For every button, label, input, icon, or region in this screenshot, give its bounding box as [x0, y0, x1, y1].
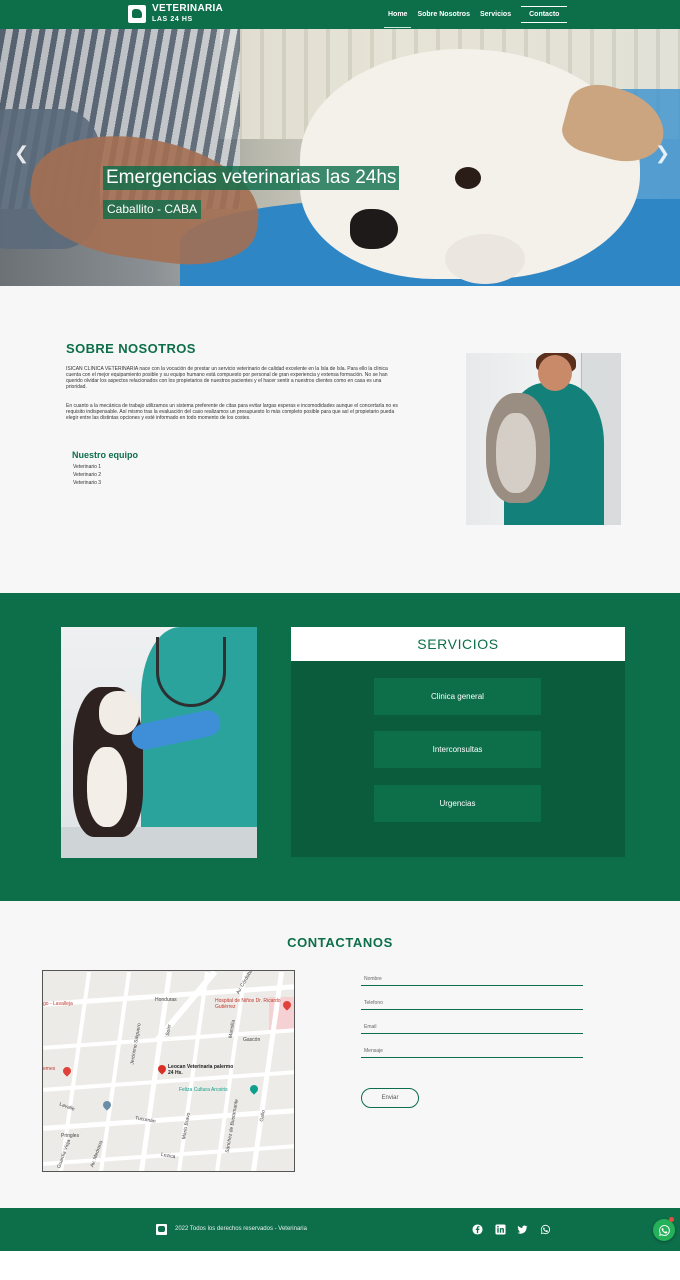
- location-map[interactable]: go - Lavalleja Honduras Hospital de Niño…: [42, 970, 295, 1172]
- map-pin-icon[interactable]: [61, 1065, 73, 1077]
- services-section: SERVICIOS Clinica general Interconsultas…: [0, 593, 680, 901]
- notification-dot: [669, 1217, 674, 1222]
- email-field: [361, 1010, 583, 1034]
- map-label: Pringles: [61, 1133, 80, 1139]
- map-label: go - Lavalleja: [43, 1001, 73, 1007]
- phone-input[interactable]: [364, 1000, 578, 1006]
- whatsapp-icon[interactable]: [540, 1224, 551, 1235]
- brand-text: VETERINARIA LAS 24 HS: [152, 3, 224, 24]
- about-paragraph: En cuanto a la mecánica de trabajo utili…: [66, 403, 398, 421]
- hero-dog-paw: [445, 234, 525, 284]
- map-label: Lezica: [160, 1151, 176, 1161]
- services-panel: SERVICIOS Clinica general Interconsultas…: [291, 627, 625, 857]
- nav-link-contacto[interactable]: Contacto: [521, 6, 568, 23]
- email-input[interactable]: [364, 1024, 578, 1030]
- map-label: Feliza Cultura Arcoiris: [179, 1087, 228, 1093]
- brand-logo[interactable]: VETERINARIA LAS 24 HS: [128, 4, 223, 23]
- message-input[interactable]: [364, 1048, 578, 1054]
- page-bottom-spacer: [0, 1251, 680, 1280]
- services-heading: SERVICIOS: [291, 627, 625, 661]
- hero-carousel: Emergencias veterinarias las 24hs Caball…: [0, 29, 680, 286]
- send-button[interactable]: Enviar: [361, 1088, 419, 1108]
- vet-examining-cat-photo: [61, 627, 257, 858]
- team-member: Veterinario 3: [73, 480, 102, 486]
- hero-caption: Emergencias veterinarias las 24hs Caball…: [103, 166, 400, 219]
- dog-logo-icon: [128, 4, 146, 23]
- hero-dog-eye: [455, 167, 481, 189]
- photo-vet-face: [538, 355, 572, 391]
- name-input[interactable]: [364, 976, 578, 982]
- team-member: Veterinario 1: [73, 464, 102, 470]
- service-button-urgencias[interactable]: Urgencias: [374, 785, 541, 822]
- photo-stethoscope: [156, 637, 226, 707]
- phone-field: [361, 986, 583, 1010]
- whatsapp-icon: [658, 1224, 670, 1236]
- nav-link-home[interactable]: Home: [383, 0, 412, 29]
- vet-with-cat-photo: [466, 353, 621, 525]
- team-heading: Nuestro equipo: [72, 450, 139, 460]
- map-label: Guardia Vieja: [56, 1138, 73, 1170]
- name-field: [361, 971, 583, 986]
- nav-links: Home Sobre Nosotros Servicios Contacto: [383, 0, 568, 29]
- navbar: VETERINARIA LAS 24 HS Home Sobre Nosotro…: [0, 0, 680, 29]
- contact-heading: CONTACTANOS: [287, 935, 393, 950]
- chevron-left-icon[interactable]: ❮: [14, 143, 29, 163]
- twitter-icon[interactable]: [517, 1224, 528, 1235]
- about-section: SOBRE NOSOTROS ISICAN CLINICA VETERINARI…: [0, 286, 680, 593]
- nav-link-servicios[interactable]: Servicios: [475, 0, 516, 29]
- message-field: [361, 1034, 583, 1058]
- photo-cat-belly: [87, 747, 127, 827]
- hero-title: Emergencias veterinarias las 24hs: [103, 166, 400, 190]
- map-label: Gascón: [243, 1037, 261, 1043]
- team-member: Veterinario 2: [73, 472, 102, 478]
- facebook-icon[interactable]: [472, 1224, 483, 1235]
- footer-copyright: 2022 Todos los derechos reservados - Vet…: [175, 1226, 307, 1232]
- map-pin-icon[interactable]: [248, 1083, 260, 1095]
- contact-section: CONTACTANOS go - Lavalleja Honduras Hosp…: [0, 901, 680, 1208]
- map-label: Honduras: [155, 997, 177, 1003]
- map-label: Leocan Veterinaria palermo 24 Hs.: [168, 1064, 234, 1076]
- map-label: Gallo: [258, 1109, 267, 1123]
- chevron-right-icon[interactable]: ❯: [655, 143, 670, 163]
- nav-link-sobre-nosotros[interactable]: Sobre Nosotros: [412, 0, 475, 29]
- service-button-clinica-general[interactable]: Clinica general: [374, 678, 541, 715]
- about-paragraph: ISICAN CLINICA VETERINARIA nace con la v…: [66, 366, 388, 390]
- map-label: Soler: [164, 1023, 173, 1037]
- whatsapp-float-button[interactable]: [653, 1217, 675, 1241]
- photo-cat-belly: [496, 413, 536, 493]
- map-label: Jerónimo Salguero: [129, 1022, 143, 1066]
- brand-subtitle: LAS 24 HS: [152, 16, 193, 23]
- hero-subtitle: Caballito - CABA: [103, 200, 202, 219]
- contact-form: [361, 971, 583, 1058]
- map-label: emes: [43, 1066, 56, 1072]
- linkedin-icon[interactable]: [495, 1224, 506, 1235]
- team-list: Veterinario 1 Veterinario 2 Veterinario …: [73, 463, 101, 487]
- service-button-interconsultas[interactable]: Interconsultas: [374, 731, 541, 768]
- dog-logo-icon: [156, 1224, 167, 1235]
- brand-title: VETERINARIA: [152, 3, 224, 14]
- footer: 2022 Todos los derechos reservados - Vet…: [0, 1208, 680, 1251]
- about-heading: SOBRE NOSOTROS: [66, 341, 196, 356]
